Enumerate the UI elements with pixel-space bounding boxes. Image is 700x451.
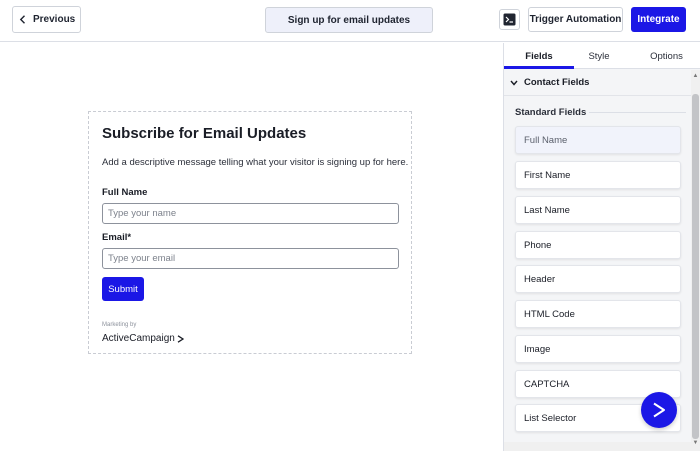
tab-options-label: Options: [650, 50, 683, 62]
integrate-button[interactable]: Integrate: [631, 7, 686, 32]
activecampaign-chevron-icon: [653, 402, 665, 418]
brand-name: ActiveCampaign: [102, 333, 175, 344]
field-item-label: First Name: [524, 169, 571, 181]
contact-fields-toggle[interactable]: Contact Fields: [504, 70, 692, 96]
previous-button-label: Previous: [33, 14, 76, 25]
field-item-full-name[interactable]: Full Name: [515, 126, 681, 154]
tab-fields-label: Fields: [525, 50, 553, 62]
full-name-input[interactable]: Type your name: [102, 203, 399, 224]
chevron-down-icon: [510, 80, 518, 86]
trigger-automation-button[interactable]: Trigger Automation: [528, 7, 623, 32]
form-canvas: Subscribe for Email Updates Add a descri…: [0, 43, 503, 451]
field-item-html-code[interactable]: HTML Code: [515, 300, 681, 328]
field-item-last-name[interactable]: Last Name: [515, 196, 681, 224]
top-toolbar: Previous Sign up for email updates Trigg…: [0, 0, 700, 42]
tab-style[interactable]: Style: [566, 43, 632, 69]
full-name-label: Full Name: [102, 187, 148, 198]
field-item-label: HTML Code: [524, 308, 575, 320]
scroll-down-icon[interactable]: ▼: [692, 439, 699, 447]
tab-style-label: Style: [588, 50, 610, 62]
field-item-image[interactable]: Image: [515, 335, 681, 363]
email-label: Email*: [102, 232, 132, 243]
full-name-placeholder: Type your name: [108, 208, 177, 219]
active-tab-indicator: [504, 66, 574, 69]
terminal-icon: [503, 13, 516, 26]
submit-label: Submit: [108, 283, 138, 295]
field-item-header[interactable]: Header: [515, 265, 681, 293]
chevron-left-icon: [19, 15, 25, 24]
code-button[interactable]: [499, 9, 520, 30]
trigger-automation-label: Trigger Automation: [529, 14, 622, 25]
form-preview[interactable]: Subscribe for Email Updates Add a descri…: [88, 111, 412, 354]
contact-fields-label: Contact Fields: [524, 77, 590, 88]
help-launcher-button[interactable]: [641, 392, 677, 428]
field-item-label: Image: [524, 343, 551, 355]
tab-options[interactable]: Options: [632, 43, 700, 69]
form-title: Subscribe for Email Updates: [102, 125, 307, 142]
field-item-phone[interactable]: Phone: [515, 231, 681, 259]
field-item-label: Header: [524, 273, 556, 285]
brand-chevron-icon: [177, 334, 184, 343]
form-name-button[interactable]: Sign up for email updates: [265, 7, 433, 33]
form-description: Add a descriptive message telling what y…: [102, 157, 409, 168]
form-name-label: Sign up for email updates: [287, 14, 411, 26]
previous-button[interactable]: Previous: [12, 6, 81, 33]
scrollbar-thumb[interactable]: [692, 94, 699, 439]
submit-button[interactable]: Submit: [102, 277, 144, 301]
field-item-first-name[interactable]: First Name: [515, 161, 681, 189]
scroll-up-icon[interactable]: ▲: [692, 72, 699, 80]
field-item-label: Full Name: [524, 134, 568, 146]
email-input[interactable]: Type your email: [102, 248, 399, 269]
divider: [589, 112, 686, 113]
fields-panel: Fields Style Options Contact Fields Stan…: [503, 43, 700, 451]
activecampaign-logo: ActiveCampaign: [102, 333, 184, 344]
field-item-label: Last Name: [524, 204, 570, 216]
field-item-label: Phone: [524, 239, 552, 251]
panel-horizontal-scrollbar[interactable]: [504, 442, 691, 451]
standard-fields-label: Standard Fields: [515, 107, 587, 118]
panel-tabs: Fields Style Options: [504, 43, 700, 69]
panel-scrollbar[interactable]: ▲ ▼: [691, 70, 700, 451]
field-item-label: CAPTCHA: [524, 378, 570, 390]
integrate-label: Integrate: [637, 14, 680, 25]
field-item-label: List Selector: [524, 412, 577, 424]
email-placeholder: Type your email: [108, 253, 176, 264]
marketing-by-text: Marketing by: [102, 322, 137, 328]
